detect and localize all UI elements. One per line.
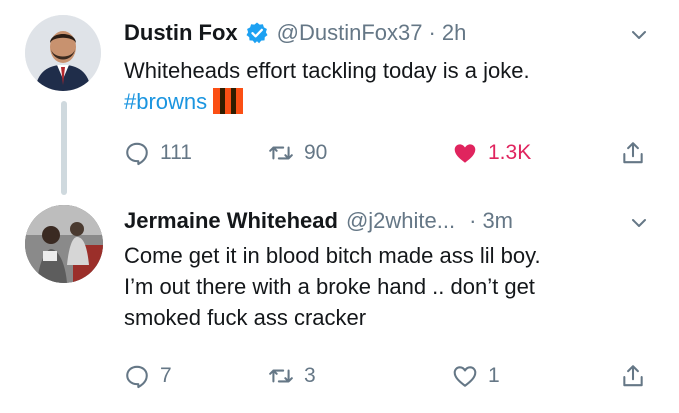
tweet-timestamp[interactable]: 3m [482,208,513,234]
retweet-icon [269,369,293,383]
like-count: 1.3K [488,141,532,164]
chevron-down-icon[interactable] [629,25,649,45]
tweet-text: Whiteheads effort tackling today is a jo… [124,55,644,117]
heart-filled-icon [454,144,476,163]
author-name[interactable]: Dustin Fox [124,20,238,46]
heart-outline-icon [453,366,477,387]
share-button[interactable] [620,140,646,166]
like-button[interactable]: 1.3K [452,140,531,166]
tweet-text-line: Whiteheads effort tackling today is a jo… [124,58,530,83]
separator-dot: · [469,208,477,233]
reply-button[interactable]: 111 [124,140,192,166]
reply-icon [126,365,148,389]
retweet-icon [269,146,293,160]
avatar-dustin-fox[interactable] [25,15,101,91]
retweet-button[interactable]: 90 [268,140,327,166]
retweet-button[interactable]: 3 [268,363,316,389]
tweet-header: Jermaine Whitehead @j2white... · 3m [124,204,513,238]
verified-badge-icon [245,21,269,45]
like-count: 1 [488,364,500,387]
author-handle[interactable]: @j2white... [346,208,455,234]
tweet-header: Dustin Fox @DustinFox37 · 2h [124,16,466,50]
retweet-count: 3 [304,364,316,387]
tweet-text-line: smoked fuck ass cracker [124,305,367,330]
author-handle[interactable]: @DustinFox37 [277,20,423,46]
tweet-text: Come get it in blood bitch made ass lil … [124,240,644,333]
tweet-actions: 7 3 1 [124,359,644,393]
retweet-count: 90 [304,141,328,164]
author-name[interactable]: Jermaine Whitehead [124,208,338,234]
reply-count: 7 [160,364,172,387]
share-button[interactable] [620,363,646,389]
reply-button[interactable]: 7 [124,363,172,389]
separator-dot: · [428,20,436,45]
share-icon [623,365,643,387]
hashtag-link[interactable]: #browns [124,89,207,114]
share-icon [623,142,643,164]
tweet-text-line: #browns [124,86,644,117]
browns-flag-emoji [213,88,244,114]
tweet-text-line: I’m out there with a broke hand .. don’t… [124,274,535,299]
reply-icon [126,142,148,166]
chevron-down-icon[interactable] [629,213,649,233]
avatar-jermaine-whitehead[interactable] [25,205,103,283]
tweet-actions: 111 90 1.3K [124,136,644,170]
thread-connector-line [61,101,67,195]
reply-count: 111 [160,141,192,164]
tweet-text-line: Come get it in blood bitch made ass lil … [124,243,541,268]
tweet-timestamp[interactable]: 2h [442,20,466,46]
like-button[interactable]: 1 [452,363,500,389]
